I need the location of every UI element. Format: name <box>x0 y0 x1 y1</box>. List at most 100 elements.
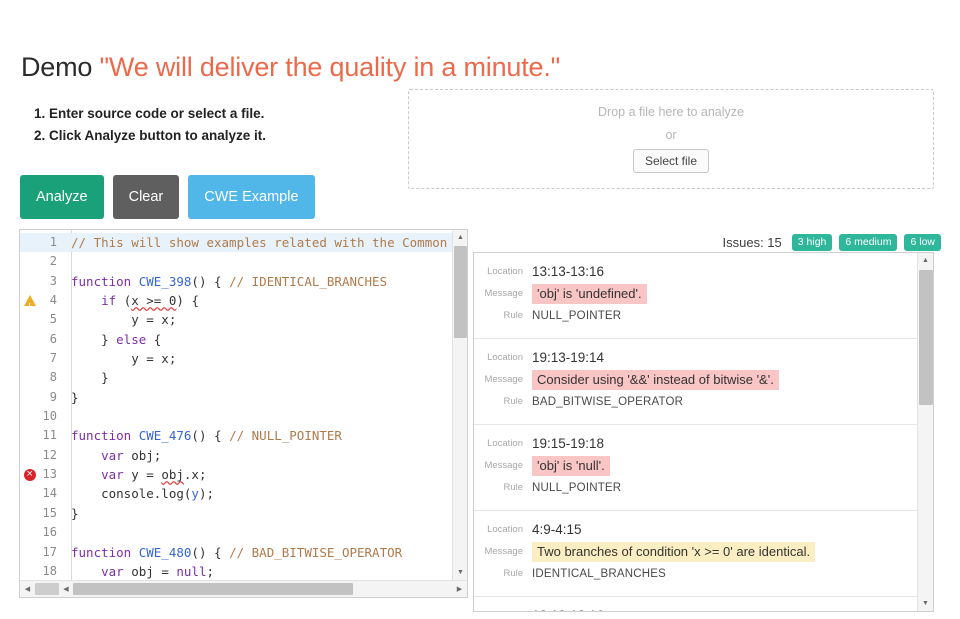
editor-viewport[interactable]: 1// This will show examples related with… <box>20 230 467 580</box>
issue-location-value: 19:13-19:14 <box>532 348 604 368</box>
code-line[interactable]: 1// This will show examples related with… <box>20 233 467 252</box>
scroll-left-icon[interactable]: ◀ <box>20 581 35 597</box>
select-file-button[interactable]: Select file <box>633 149 709 173</box>
code-line-text: console.log(y); <box>64 484 214 503</box>
code-lines[interactable]: 1// This will show examples related with… <box>20 233 467 580</box>
code-line[interactable]: 4 if (x >= 0) { <box>20 291 467 310</box>
code-token: CWE_398 <box>139 274 192 289</box>
issues-viewport[interactable]: Location13:13-13:16Message'obj' is 'unde… <box>474 253 917 611</box>
code-line[interactable]: 6 } else { <box>20 330 467 349</box>
issue-field-row: Location19:15-19:18 <box>474 434 905 454</box>
code-token: function <box>71 545 139 560</box>
code-line-text: } <box>64 388 79 407</box>
issues-vertical-scroll-thumb[interactable] <box>919 270 933 405</box>
code-line[interactable]: 5 y = x; <box>20 310 467 329</box>
editor-horizontal-scroll-thumb-inner[interactable] <box>73 583 353 595</box>
code-token: } <box>71 506 79 521</box>
issue-location-label: Location <box>474 520 532 540</box>
code-token: ( <box>116 293 131 308</box>
scroll-right-icon[interactable]: ▶ <box>452 581 467 597</box>
issue-message-value: 'obj' is 'null'. <box>532 456 610 476</box>
code-token: ); <box>199 486 214 501</box>
issue-field-row: RuleNULL_POINTER <box>474 306 905 326</box>
code-token: CWE_480 <box>139 545 192 560</box>
line-number: 15 <box>20 504 64 523</box>
scroll-down-icon[interactable]: ▼ <box>453 565 468 580</box>
issue-field-row: Message'obj' is 'null'. <box>474 456 905 476</box>
scroll-left-inner-icon[interactable]: ◀ <box>59 581 73 597</box>
code-token: console.log( <box>71 486 191 501</box>
analyze-button[interactable]: Analyze <box>20 175 104 219</box>
issues-header: Issues: 15 3 high 6 medium 6 low <box>723 234 942 251</box>
code-line[interactable]: 13 var y = obj.x; <box>20 465 467 484</box>
issues-scroll-up-icon[interactable]: ▲ <box>918 253 933 268</box>
code-token: // BAD_BITWISE_OPERATOR <box>229 545 402 560</box>
issue-message-label: Message <box>474 456 532 476</box>
code-editor[interactable]: 1// This will show examples related with… <box>19 229 468 598</box>
code-token: y <box>191 486 199 501</box>
warning-icon[interactable] <box>24 293 38 307</box>
code-line-text: y = x; <box>64 349 176 368</box>
code-token: function <box>71 428 139 443</box>
editor-horizontal-scroll-thumb-outer[interactable] <box>35 583 59 595</box>
code-token: { <box>146 332 161 347</box>
issue-field-row: Location13:13-13:16 <box>474 606 905 611</box>
code-line-text: } else { <box>64 330 161 349</box>
file-dropzone[interactable]: Drop a file here to analyze or Select fi… <box>408 89 934 189</box>
code-line[interactable]: 8 } <box>20 368 467 387</box>
issue-rule-value: IDENTICAL_BRANCHES <box>532 564 666 584</box>
issue-rule-label: Rule <box>474 392 532 412</box>
issues-list[interactable]: Location13:13-13:16Message'obj' is 'unde… <box>474 253 917 611</box>
issue-field-row: MessageTwo branches of condition 'x >= 0… <box>474 542 905 562</box>
error-icon[interactable] <box>24 467 38 481</box>
code-token: ) { <box>176 293 199 308</box>
code-line[interactable]: 11function CWE_476() { // NULL_POINTER <box>20 426 467 445</box>
issues-scroll-down-icon[interactable]: ▼ <box>918 596 933 611</box>
code-line[interactable]: 9} <box>20 388 467 407</box>
issue-location-value: 13:13-13:16 <box>532 606 604 611</box>
code-line[interactable]: 18 var obj = null; <box>20 562 467 580</box>
action-button-row: Analyze Clear CWE Example <box>20 175 315 219</box>
issue-rule-label: Rule <box>474 478 532 498</box>
issues-vertical-scrollbar[interactable]: ▲ ▼ <box>917 253 933 611</box>
demo-page: Demo "We will deliver the quality in a m… <box>0 0 960 619</box>
code-line[interactable]: 7 y = x; <box>20 349 467 368</box>
code-line[interactable]: 16 <box>20 523 467 542</box>
issue-field-row: Location13:13-13:16 <box>474 262 905 282</box>
issue-item[interactable]: Location13:13-13:16 <box>474 597 917 611</box>
issue-field-row: RuleBAD_BITWISE_OPERATOR <box>474 392 905 412</box>
editor-vertical-scroll-thumb[interactable] <box>454 246 467 338</box>
code-token: else <box>116 332 146 347</box>
code-line[interactable]: 17function CWE_480() { // BAD_BITWISE_OP… <box>20 543 467 562</box>
issue-item[interactable]: Location13:13-13:16Message'obj' is 'unde… <box>474 253 917 339</box>
code-line-text: y = x; <box>64 310 176 329</box>
code-line[interactable]: 12 var obj; <box>20 446 467 465</box>
line-number: 11 <box>20 426 64 445</box>
code-token: null <box>176 564 206 579</box>
issue-item[interactable]: Location19:13-19:14MessageConsider using… <box>474 339 917 425</box>
code-token: y = x; <box>71 312 176 327</box>
editor-horizontal-scrollbar[interactable]: ◀ ◀ ▶ <box>20 580 467 597</box>
code-token: .x; <box>184 467 207 482</box>
issue-field-row: MessageConsider using '&&' instead of bi… <box>474 370 905 390</box>
line-number: 12 <box>20 446 64 465</box>
code-line[interactable]: 2 <box>20 252 467 271</box>
issue-item[interactable]: Location19:15-19:18Message'obj' is 'null… <box>474 425 917 511</box>
clear-button[interactable]: Clear <box>113 175 180 219</box>
issues-panel[interactable]: Location13:13-13:16Message'obj' is 'unde… <box>473 252 934 612</box>
dropzone-prompt: Drop a file here to analyze <box>598 105 744 119</box>
code-token: function <box>71 274 139 289</box>
code-token: () { <box>191 274 229 289</box>
code-line[interactable]: 14 console.log(y); <box>20 484 467 503</box>
code-line[interactable]: 10 <box>20 407 467 426</box>
issue-item[interactable]: Location4:9-4:15MessageTwo branches of c… <box>474 511 917 597</box>
cwe-example-button[interactable]: CWE Example <box>188 175 314 219</box>
scroll-up-icon[interactable]: ▲ <box>453 230 468 245</box>
code-line[interactable]: 3function CWE_398() { // IDENTICAL_BRANC… <box>20 272 467 291</box>
warning-glyph <box>24 295 36 306</box>
code-token: // This will show examples related with … <box>71 235 467 250</box>
code-token: y = x; <box>71 351 176 366</box>
page-title-main: Demo <box>21 52 92 82</box>
code-line[interactable]: 15} <box>20 504 467 523</box>
editor-vertical-scrollbar[interactable]: ▲ ▼ <box>452 230 467 580</box>
